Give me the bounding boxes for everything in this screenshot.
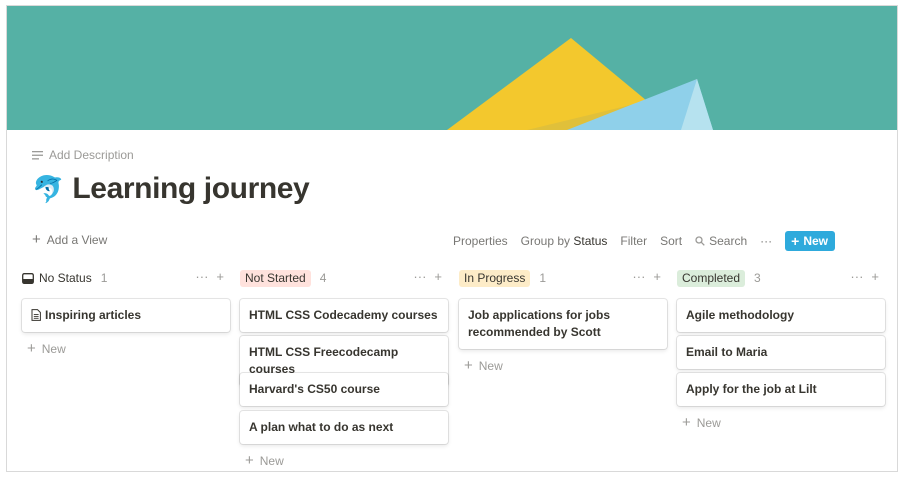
card[interactable]: Harvard's CS50 course (240, 373, 448, 406)
card[interactable]: Job applications for jobs recommended by… (459, 299, 667, 349)
card[interactable]: Email to Maria (677, 336, 885, 369)
card-title: Apply for the job at Lilt (686, 382, 817, 396)
column-count: 1 (100, 271, 108, 285)
cover-image[interactable] (7, 6, 897, 130)
add-view-button[interactable]: + Add a View (32, 231, 108, 248)
status-tag: Completed (677, 269, 746, 287)
add-view-label: Add a View (46, 233, 108, 247)
sort-button[interactable]: Sort (660, 234, 682, 248)
card-title: Agile methodology (686, 308, 794, 322)
column-count: 3 (754, 271, 761, 285)
title-row: 🐬 Learning journey (32, 172, 310, 206)
group-by-value: Status (573, 234, 608, 248)
card-title: Harvard's CS50 course (249, 382, 380, 396)
column-actions: ··· + (850, 269, 879, 284)
column-header[interactable]: In Progress 1 ··· + (459, 268, 667, 288)
page-icon (31, 309, 41, 321)
add-description-label: Add Description (49, 148, 134, 162)
column-title: No Status (39, 271, 92, 285)
card[interactable]: A plan what to do as next (240, 411, 448, 444)
new-card-button[interactable]: + New (464, 357, 503, 374)
column-add-button[interactable]: + (871, 269, 879, 284)
more-options-button[interactable]: ··· (760, 234, 772, 248)
column-header[interactable]: Not Started 4 ··· + (240, 268, 448, 288)
dolphin-icon[interactable]: 🐬 (32, 172, 64, 206)
card[interactable]: Apply for the job at Lilt (677, 373, 885, 406)
search-icon (695, 236, 705, 246)
inbox-icon (22, 272, 34, 284)
column-actions: ··· + (195, 269, 224, 284)
column-header[interactable]: Completed 3 ··· + (677, 268, 885, 288)
column-add-button[interactable]: + (653, 269, 661, 284)
card-title: HTML CSS Codecademy courses (249, 308, 438, 322)
board-toolbar: Properties Group by Status Filter Sort S… (453, 231, 835, 251)
group-by-button[interactable]: Group by Status (521, 234, 608, 248)
column-header[interactable]: No Status 1 ··· + (22, 268, 230, 288)
column-no-status: No Status 1 ··· + Inspiring articles + N… (22, 268, 230, 356)
new-button[interactable]: + New (785, 231, 835, 251)
text-lines-icon (32, 150, 43, 159)
new-card-label: New (696, 416, 721, 430)
card-title: A plan what to do as next (249, 420, 394, 434)
new-button-label: New (803, 234, 828, 248)
filter-button[interactable]: Filter (620, 234, 647, 248)
column-completed: Completed 3 ··· + Agile methodology Emai… (677, 268, 885, 430)
column-in-progress: In Progress 1 ··· + Job applications for… (459, 268, 667, 373)
page-frame: Add Description 🐬 Learning journey + Add… (6, 5, 898, 472)
card[interactable]: Agile methodology (677, 299, 885, 332)
plus-icon: + (245, 452, 254, 469)
new-card-label: New (478, 359, 503, 373)
column-actions: ··· + (413, 269, 442, 284)
card-title: Inspiring articles (45, 308, 142, 322)
column-actions: ··· + (632, 269, 661, 284)
search-button[interactable]: Search (695, 234, 747, 248)
column-add-button[interactable]: + (434, 269, 442, 284)
new-card-label: New (259, 454, 284, 468)
column-count: 4 (319, 271, 327, 285)
plus-icon: + (32, 231, 41, 248)
search-label: Search (709, 234, 748, 248)
plus-icon: + (791, 233, 800, 249)
status-tag: In Progress (459, 269, 531, 287)
properties-button[interactable]: Properties (453, 234, 508, 248)
new-card-label: New (41, 342, 66, 356)
new-card-button[interactable]: + New (245, 452, 284, 469)
column-more-button[interactable]: ··· (195, 269, 208, 284)
card-title: Job applications for jobs recommended by… (468, 308, 611, 339)
status-tag: Not Started (240, 269, 311, 287)
add-description-button[interactable]: Add Description (32, 148, 134, 162)
plus-icon: + (682, 414, 691, 431)
column-count: 1 (539, 271, 547, 285)
view-bar: + Add a View Properties Group by Status … (32, 231, 835, 255)
column-not-started: Not Started 4 ··· + HTML CSS Codecademy … (240, 268, 448, 468)
new-card-button[interactable]: + New (682, 414, 721, 431)
column-more-button[interactable]: ··· (413, 269, 426, 284)
card-title: Email to Maria (686, 345, 768, 359)
card-title: HTML CSS Freecodecamp courses (249, 345, 399, 376)
new-card-button[interactable]: + New (27, 340, 66, 357)
group-by-label: Group by (520, 234, 571, 248)
column-more-button[interactable]: ··· (850, 269, 863, 284)
cover-illustration (447, 38, 713, 130)
plus-icon: + (464, 357, 473, 374)
page-title[interactable]: Learning journey (72, 172, 309, 206)
plus-icon: + (27, 340, 36, 357)
column-add-button[interactable]: + (216, 269, 224, 284)
card[interactable]: HTML CSS Codecademy courses (240, 299, 448, 332)
column-more-button[interactable]: ··· (632, 269, 645, 284)
card[interactable]: Inspiring articles (22, 299, 230, 332)
